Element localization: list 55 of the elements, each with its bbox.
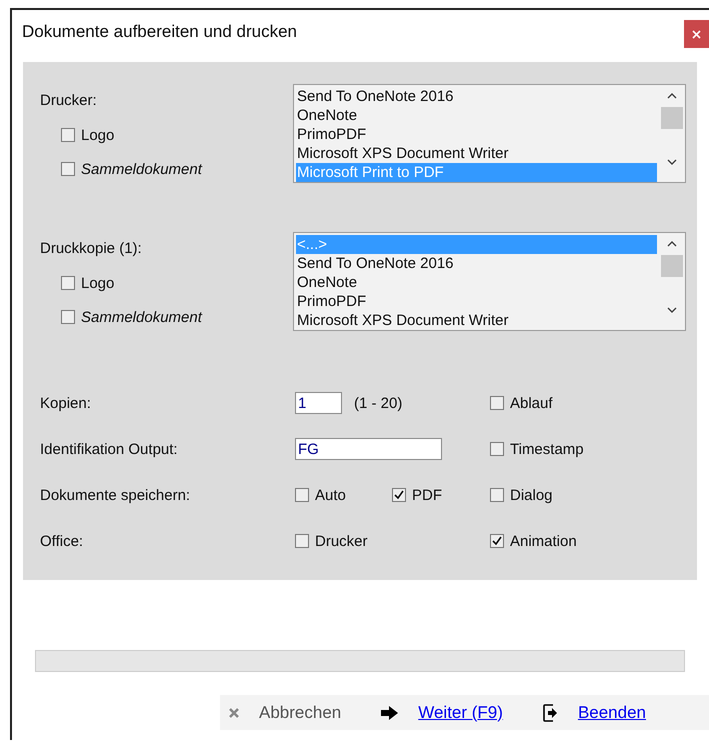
checkbox-label: Sammeldokument [81, 160, 202, 178]
close-icon [692, 30, 701, 38]
window-title: Dokumente aufbereiten und drucken [22, 22, 298, 42]
section-label: Drucker: [40, 92, 98, 111]
list-item[interactable]: PrimoPDF [296, 125, 657, 144]
checkbox[interactable] [61, 128, 75, 142]
checkbox-label: Ablauf [510, 394, 553, 412]
close-icon [229, 708, 239, 718]
field-label: Dokumente speichern: [40, 486, 192, 504]
field-label: Kopien: [40, 394, 92, 412]
section-label: Druckkopie (1): [40, 240, 143, 259]
chevron-up-icon [667, 93, 677, 99]
checkbox[interactable] [61, 276, 75, 290]
chevron-down-icon [667, 159, 677, 165]
list-item[interactable]: OneNote [296, 273, 657, 292]
close-button[interactable] [684, 20, 709, 48]
scroll-thumb[interactable] [661, 107, 683, 129]
checkbox-label: Auto [315, 486, 346, 504]
list-item[interactable]: OneNote [296, 106, 657, 125]
chevron-down-icon [667, 307, 677, 313]
printer-list[interactable]: Send To OneNote 2016 OneNote PrimoPDF Microsoft XPS Document Writer Microsoft Print to PDF [293, 84, 686, 183]
printer-list[interactable]: <...> Send To OneNote 2016 OneNote PrimoPDF Microsoft XPS Document Writer [293, 232, 686, 331]
checkbox-label: Logo [81, 274, 114, 292]
next-button[interactable]: Weiter (F9) [381, 702, 503, 722]
input-field[interactable]: FG [295, 438, 442, 460]
exit-icon [542, 704, 558, 722]
exit-button[interactable]: Beenden [542, 702, 646, 722]
checkbox[interactable] [490, 488, 504, 502]
checkbox-label: Animation [510, 532, 577, 550]
checkbox[interactable] [295, 488, 309, 502]
checkbox[interactable] [392, 488, 406, 502]
checkbox-label: Timestamp [510, 440, 584, 458]
checkbox-label: Dialog [510, 486, 553, 504]
list-item[interactable]: Send To OneNote 2016 [296, 254, 657, 273]
field-label: Identifikation Output: [40, 440, 179, 458]
checkbox-label: Drucker [315, 532, 368, 550]
range-hint: (1 - 20) [354, 394, 402, 412]
checkbox[interactable] [490, 534, 504, 548]
checkbox-label: Logo [81, 126, 114, 144]
checkbox[interactable] [61, 162, 75, 176]
checkbox[interactable] [295, 534, 309, 548]
list-item[interactable]: Microsoft XPS Document Writer [296, 311, 657, 330]
checkbox-label: Sammeldokument [81, 308, 202, 326]
checkbox[interactable] [490, 396, 504, 410]
input-field[interactable]: 1 [295, 392, 342, 414]
checkbox[interactable] [490, 442, 504, 456]
list-item[interactable]: Microsoft XPS Document Writer [296, 144, 657, 163]
chevron-up-icon [667, 241, 677, 247]
list-item[interactable]: Send To OneNote 2016 [296, 87, 657, 106]
arrow-right-icon [381, 706, 398, 720]
checkbox-label: PDF [412, 486, 442, 504]
scroll-thumb[interactable] [661, 255, 683, 277]
list-item[interactable]: PrimoPDF [296, 292, 657, 311]
checkbox[interactable] [61, 310, 75, 324]
field-label: Office: [40, 532, 84, 550]
